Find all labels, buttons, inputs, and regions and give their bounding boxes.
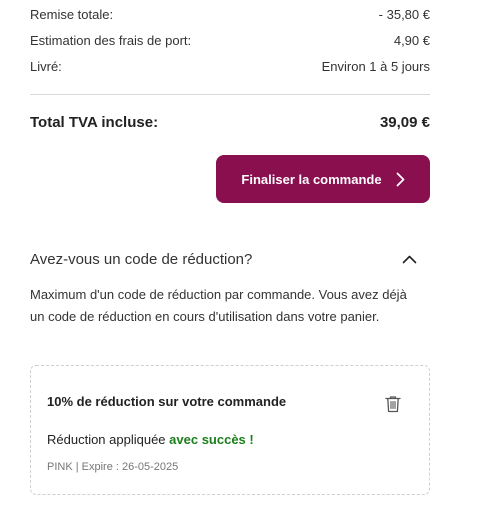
shipping-label: Estimation des frais de port: xyxy=(30,33,192,48)
checkout-button[interactable]: Finaliser la commande xyxy=(216,155,430,203)
delivery-value: Environ 1 à 5 jours xyxy=(321,59,430,74)
summary-row-delivery: Livré: Environ 1 à 5 jours xyxy=(30,59,430,74)
checkout-button-label: Finaliser la commande xyxy=(241,171,382,187)
chevron-up-icon xyxy=(402,255,417,264)
chevron-right-icon xyxy=(396,172,405,187)
coupon-status-success: avec succès ! xyxy=(169,432,254,447)
applied-coupon-card: 10% de réduction sur votre commande Rédu… xyxy=(30,365,430,495)
summary-row-discount: Remise totale: - 35,80 € xyxy=(30,7,430,22)
coupon-section-toggle[interactable]: Avez-vous un code de réduction? xyxy=(30,248,430,270)
summary-row-shipping: Estimation des frais de port: 4,90 € xyxy=(30,33,430,48)
total-value: 39,09 € xyxy=(379,114,430,131)
discount-value: - 35,80 € xyxy=(378,7,430,22)
total-label: Total TVA incluse: xyxy=(30,114,159,131)
coupon-section-heading: Avez-vous un code de réduction? xyxy=(30,250,253,268)
discount-label: Remise totale: xyxy=(30,7,114,22)
trash-icon[interactable] xyxy=(385,395,401,413)
summary-divider xyxy=(30,94,430,95)
delivery-label: Livré: xyxy=(30,59,62,74)
coupon-title: 10% de réduction sur votre commande xyxy=(47,394,287,409)
coupon-status-prefix: Réduction appliquée xyxy=(47,432,170,447)
coupon-status: Réduction appliquée avec succès ! xyxy=(47,432,254,447)
coupon-description: Maximum d'un code de réduction par comma… xyxy=(30,287,407,324)
shipping-value: 4,90 € xyxy=(393,33,430,48)
total-row: Total TVA incluse: 39,09 € xyxy=(30,114,430,131)
coupon-meta: PINK | Expire : 26-05-2025 xyxy=(47,461,179,473)
